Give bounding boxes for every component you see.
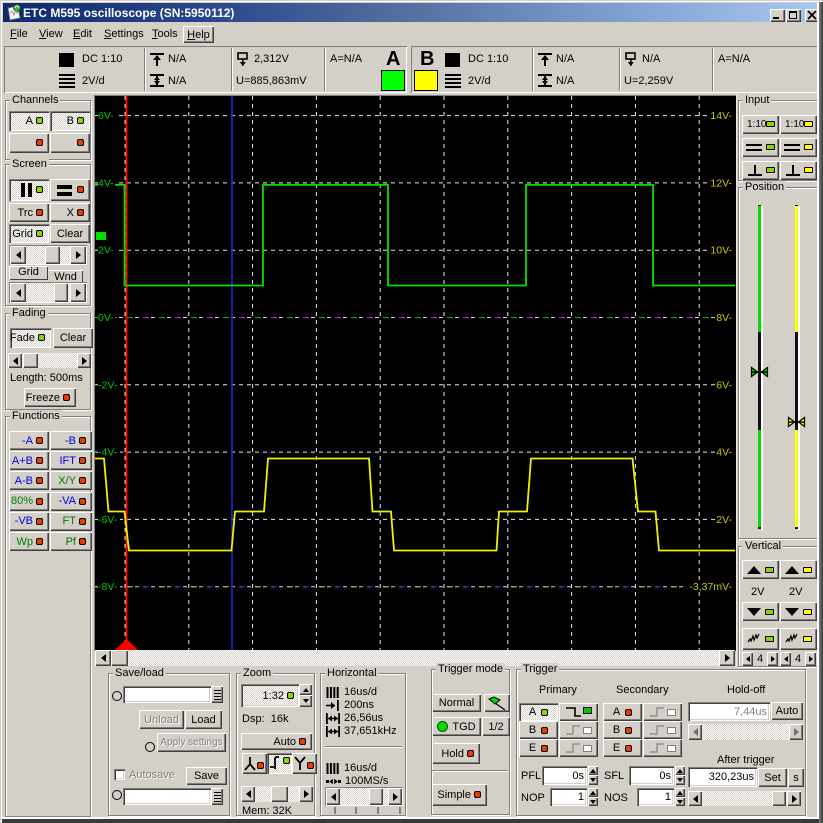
- svg-text:6V-: 6V-: [716, 379, 732, 391]
- svg-text:14V-: 14V-: [710, 110, 732, 122]
- svg-text:4V-: 4V-: [716, 447, 732, 459]
- svg-text:12V-: 12V-: [710, 177, 732, 189]
- svg-text:4V-: 4V-: [98, 177, 114, 189]
- svg-text:-3,37mV-: -3,37mV-: [689, 581, 732, 593]
- svg-text:0V-: 0V-: [98, 312, 114, 324]
- svg-text:2V-: 2V-: [98, 245, 114, 257]
- svg-text:-4V-: -4V-: [98, 447, 118, 459]
- svg-text:6V-: 6V-: [98, 110, 114, 122]
- svg-text:10V-: 10V-: [710, 245, 732, 257]
- svg-text:-8V-: -8V-: [98, 581, 118, 593]
- svg-text:2V-: 2V-: [716, 514, 732, 526]
- svg-text:-6V-: -6V-: [98, 514, 118, 526]
- svg-text:8V-: 8V-: [716, 312, 732, 324]
- svg-text:-2V-: -2V-: [98, 379, 118, 391]
